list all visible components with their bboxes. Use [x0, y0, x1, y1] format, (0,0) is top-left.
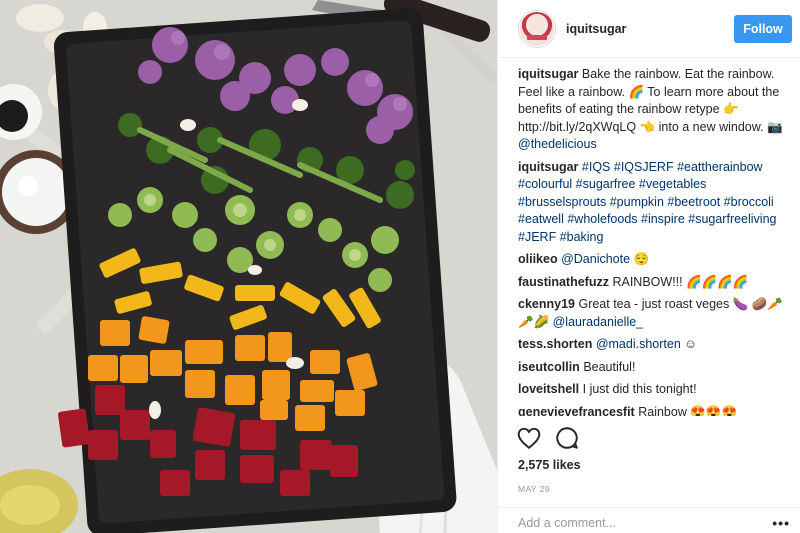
comment-mention[interactable]: @lauradanielle_: [553, 315, 644, 329]
avatar-badge: [527, 34, 547, 40]
post-header: iquitsugar Follow: [498, 0, 800, 58]
add-comment-bar: •••: [498, 507, 800, 533]
comment-item: iquitsugar Bake the rainbow. Eat the rai…: [518, 66, 792, 154]
comment-username[interactable]: faustinathefuzz: [518, 275, 609, 289]
comment-username[interactable]: iseutcollin: [518, 360, 580, 374]
comment-username[interactable]: tess.shorten: [518, 337, 592, 351]
comment-item: tess.shorten @madi.shorten ☺: [518, 336, 792, 354]
action-bar: [516, 425, 580, 451]
comment-username[interactable]: oliikeo: [518, 252, 558, 266]
comment-emoji: 😌: [630, 252, 650, 266]
comment-username[interactable]: genevievefrancesfit: [518, 405, 635, 417]
comment-item: loveitshell I just did this tonight!: [518, 381, 792, 399]
comment-username[interactable]: ckenny19: [518, 297, 575, 311]
avatar[interactable]: [518, 9, 556, 48]
post-date: MAY 29: [518, 484, 550, 494]
heart-icon[interactable]: [516, 425, 542, 451]
avatar-image: [520, 11, 554, 46]
comment-item: ckenny19 Great tea - just roast veges 🍆 …: [518, 296, 792, 331]
comment-item: iquitsugar #IQS #IQSJERF #eattherainbow …: [518, 159, 792, 247]
add-comment-input[interactable]: [518, 515, 773, 530]
rainbow-vegetables-image: [0, 0, 497, 533]
comment-emoji: ☺: [680, 337, 698, 351]
more-options-button[interactable]: •••: [772, 515, 790, 531]
comment-item: genevievefrancesfit Rainbow 😍😍😍: [518, 404, 792, 417]
comment-username[interactable]: loveitshell: [518, 382, 579, 396]
post-photo[interactable]: [0, 0, 497, 533]
comment-text: I just did this tonight!: [582, 382, 697, 396]
comment-item: faustinathefuzz RAINBOW!!! 🌈🌈🌈🌈: [518, 274, 792, 292]
comment-mention[interactable]: @madi.shorten: [596, 337, 681, 351]
username-link[interactable]: iquitsugar: [566, 22, 626, 36]
comments-list[interactable]: iquitsugar Bake the rainbow. Eat the rai…: [518, 66, 792, 416]
comment-item: iseutcollin Beautiful!: [518, 359, 792, 377]
follow-button[interactable]: Follow: [734, 14, 792, 43]
instagram-post: iquitsugar Follow iquitsugar Bake the ra…: [0, 0, 800, 533]
comment-text: RAINBOW!!! 🌈🌈🌈🌈: [612, 274, 749, 289]
post-sidebar: iquitsugar Follow iquitsugar Bake the ra…: [497, 0, 800, 533]
comment-item: oliikeo @Danichote 😌: [518, 251, 792, 269]
comment-icon[interactable]: [554, 425, 580, 451]
comment-text: Rainbow 😍😍😍: [638, 404, 738, 417]
comment-mention[interactable]: @thedelicious: [518, 137, 597, 151]
comment-username[interactable]: iquitsugar: [518, 160, 578, 174]
likes-count[interactable]: 2,575 likes: [518, 458, 581, 472]
comment-username[interactable]: iquitsugar: [518, 67, 578, 81]
comment-text: Beautiful!: [583, 359, 636, 374]
comment-mention[interactable]: @Danichote: [561, 252, 630, 266]
